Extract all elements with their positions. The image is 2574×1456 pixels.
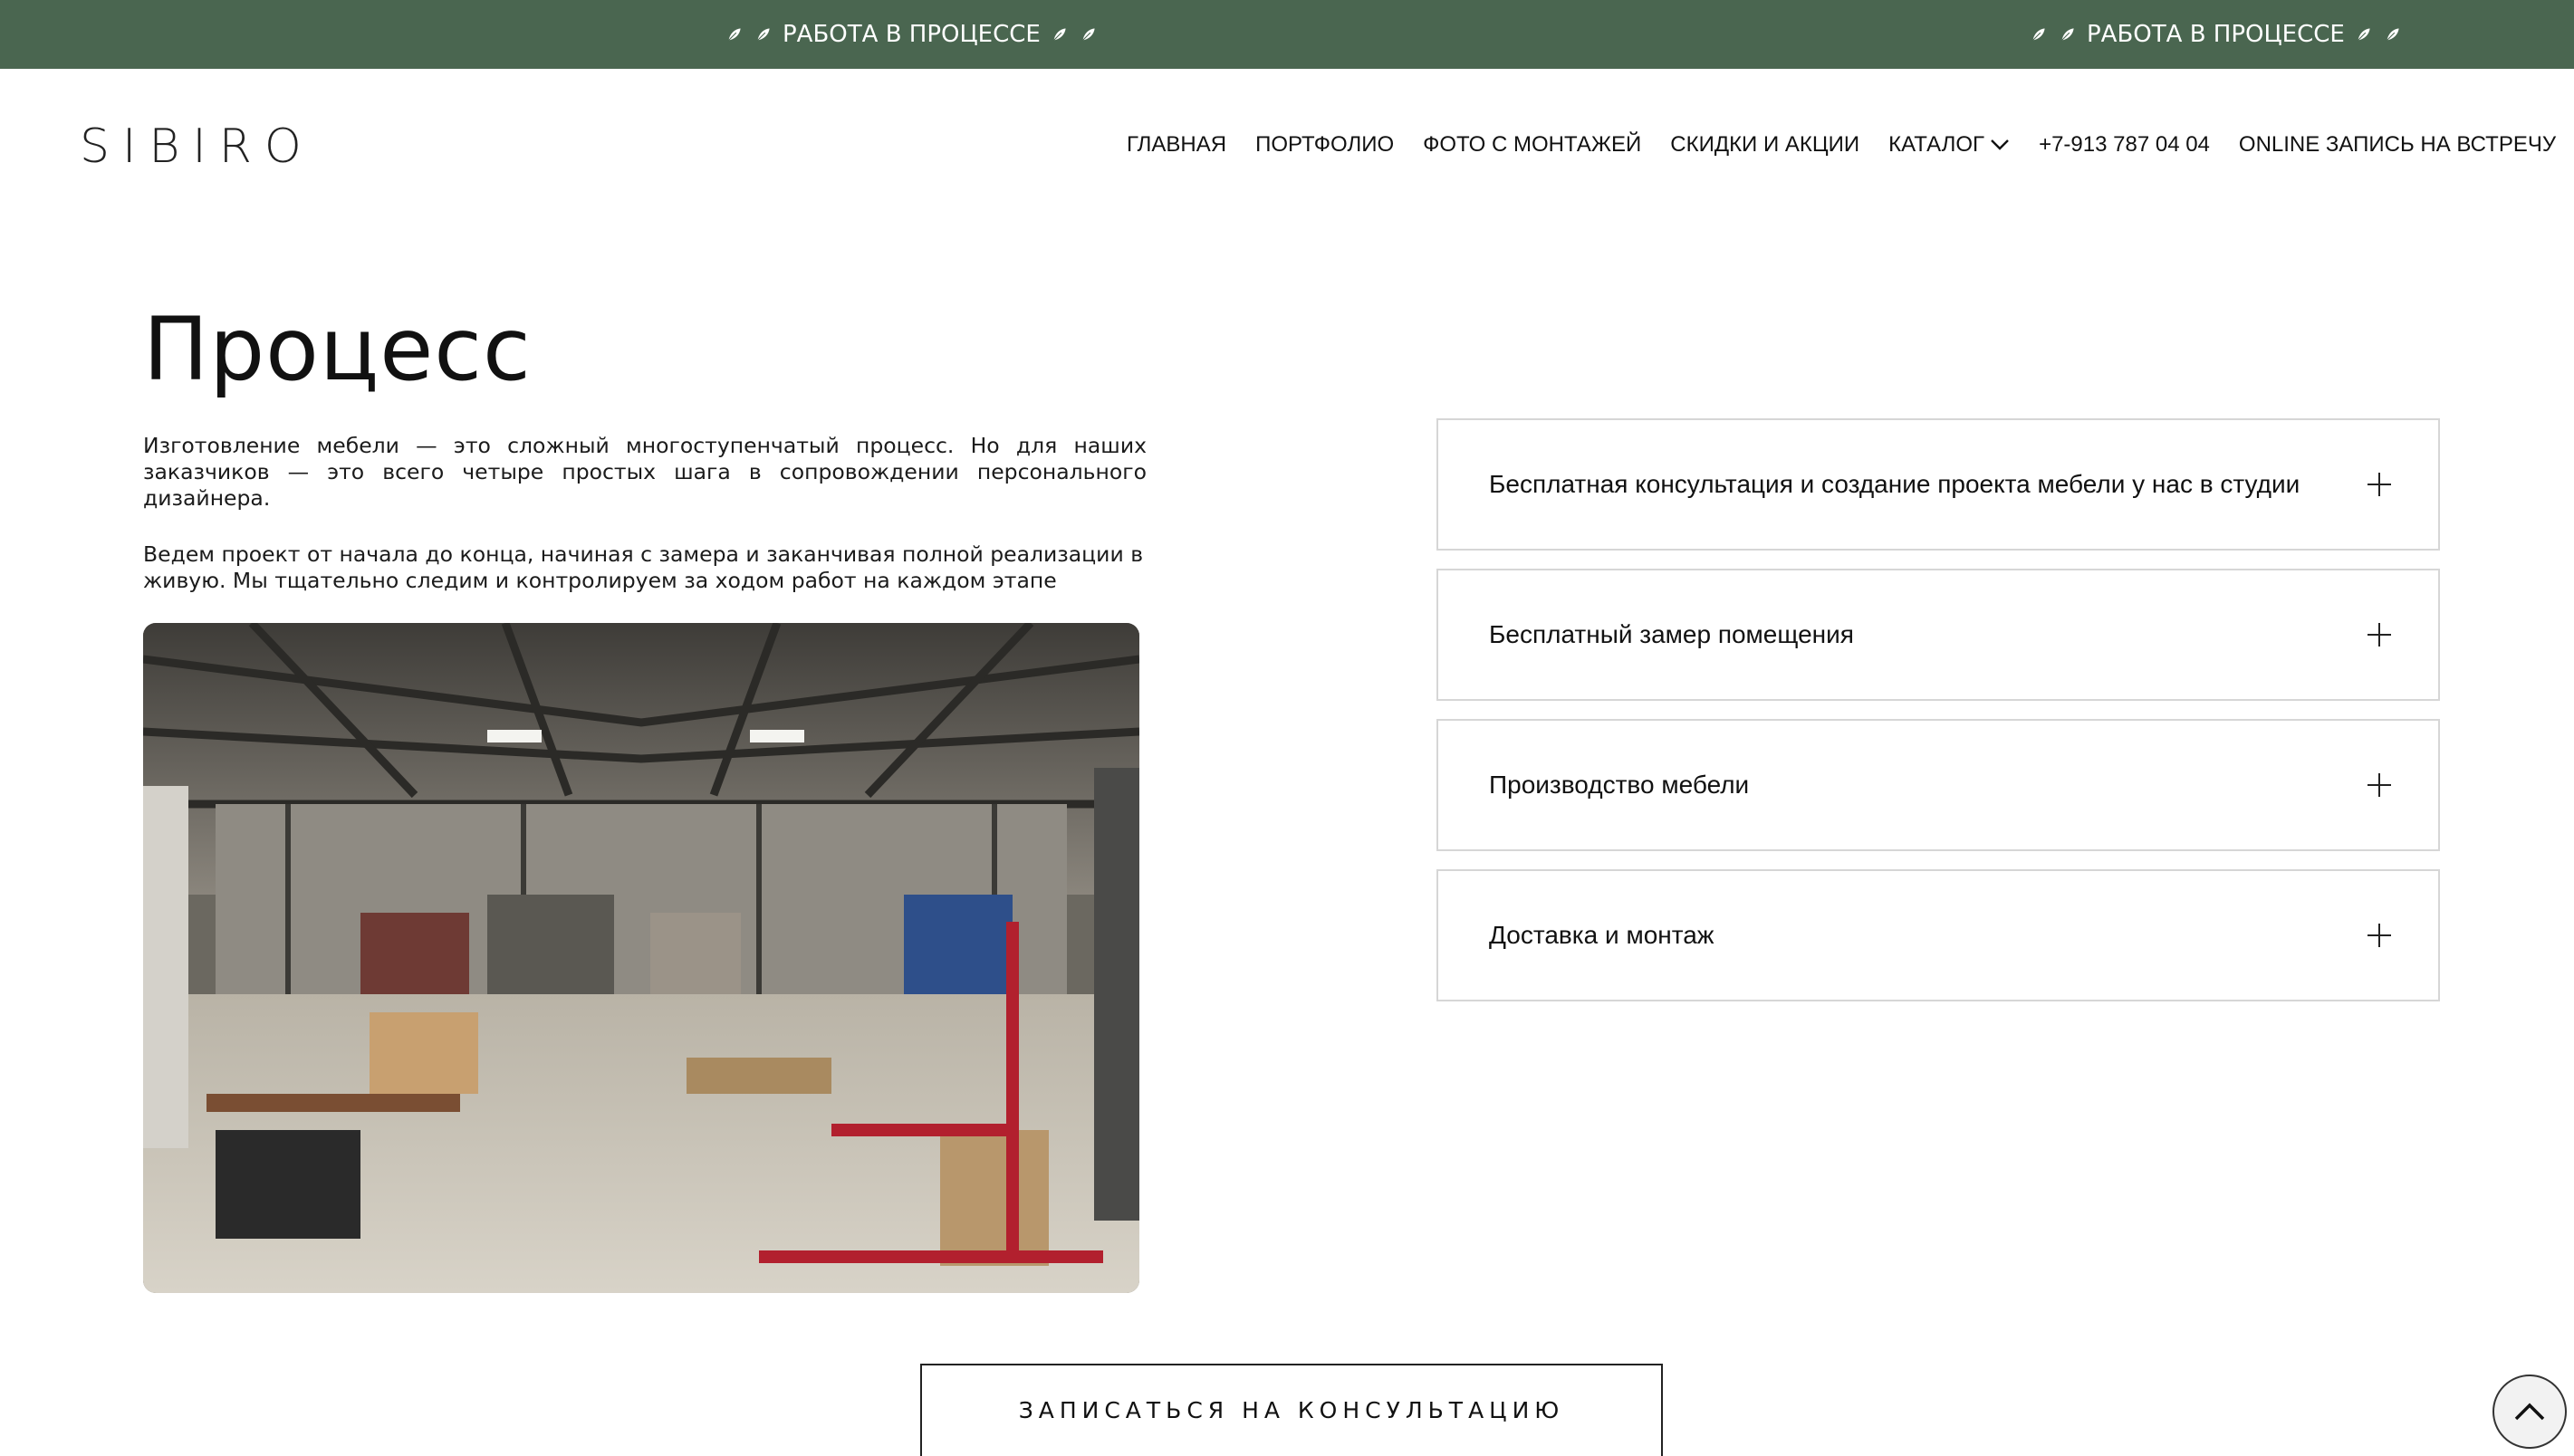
chevron-up-icon (2514, 1403, 2545, 1421)
leaf-icon (2060, 27, 2075, 43)
leaf-icon (726, 27, 742, 43)
leaf-icon (2385, 27, 2400, 43)
site-logo[interactable]: SIBIRO (80, 120, 314, 174)
banner-text: РАБОТА В ПРОЦЕССЕ (783, 21, 1041, 48)
accordion-item-production[interactable]: Производство мебели (1436, 719, 2440, 851)
accordion-item-label: Бесплатная консультация и создание проек… (1489, 470, 2300, 498)
main-nav: ГЛАВНАЯ ПОРТФОЛИО ФОТО С МОНТАЖЕЙ СКИДКИ… (1127, 132, 2556, 158)
nav-item-home[interactable]: ГЛАВНАЯ (1127, 132, 1226, 158)
nav-item-discounts[interactable]: СКИДКИ И АКЦИИ (1670, 132, 1859, 158)
leaf-icon (755, 27, 771, 43)
nav-item-catalog-label: КАТАЛОГ (1888, 132, 1985, 157)
nav-item-install-photos[interactable]: ФОТО С МОНТАЖЕЙ (1423, 132, 1641, 158)
intro-paragraph: Изготовление мебели — это сложный многос… (143, 433, 1147, 511)
leaf-icon (1081, 27, 1096, 43)
leaf-icon (2356, 27, 2371, 43)
accordion-item-measurement[interactable]: Бесплатный замер помещения (1436, 569, 2440, 701)
workshop-photo (143, 623, 1139, 1293)
workshop-illustration (143, 623, 1139, 1293)
plus-icon (2368, 924, 2391, 947)
leaf-icon (2031, 27, 2046, 43)
plus-icon (2368, 623, 2391, 647)
announcement-banner: РАБОТА В ПРОЦЕССЕ РАБОТА В ПРОЦЕССЕ (0, 0, 2574, 69)
process-paragraph: Ведем проект от начала до конца, начиная… (143, 541, 1144, 593)
page-title: Процесс (143, 299, 532, 400)
banner-text: РАБОТА В ПРОЦЕССЕ (2087, 21, 2345, 48)
accordion-item-label: Доставка и монтаж (1489, 921, 1714, 949)
plus-icon (2368, 473, 2391, 496)
chevron-down-icon (1991, 139, 2009, 150)
scroll-top-button[interactable] (2492, 1375, 2567, 1449)
nav-item-portfolio[interactable]: ПОРТФОЛИО (1255, 132, 1394, 158)
banner-item: РАБОТА В ПРОЦЕССЕ (725, 0, 1099, 69)
banner-item: РАБОТА В ПРОЦЕССЕ (2029, 0, 2403, 69)
accordion-item-label: Бесплатный замер помещения (1489, 620, 1854, 648)
accordion-item-label: Производство мебели (1489, 771, 1750, 799)
nav-item-catalog[interactable]: КАТАЛОГ (1888, 132, 2010, 158)
accordion-item-consultation[interactable]: Бесплатная консультация и создание проек… (1436, 418, 2440, 551)
accordion-item-delivery[interactable]: Доставка и монтаж (1436, 869, 2440, 1001)
plus-icon (2368, 773, 2391, 797)
nav-item-phone[interactable]: +7-913 787 04 04 (2039, 132, 2210, 158)
consultation-button[interactable]: ЗАПИСАТЬСЯ НА КОНСУЛЬТАЦИЮ (920, 1364, 1663, 1456)
nav-item-online-booking[interactable]: ONLINE ЗАПИСЬ НА ВСТРЕЧУ (2239, 132, 2556, 158)
leaf-icon (1052, 27, 1067, 43)
